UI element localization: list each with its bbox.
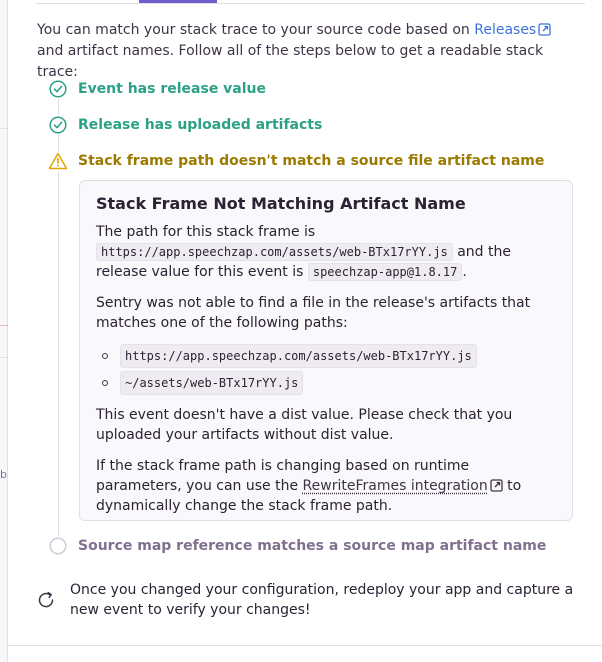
stack-frame-path-code: https://app.speechzap.com/assets/web-BTx… [96, 243, 453, 261]
path-code: ~/assets/web-BTx17rYY.js [120, 371, 304, 395]
external-link-icon[interactable] [490, 479, 503, 492]
rewriteframes-link[interactable]: RewriteFrames integration [303, 478, 488, 494]
bullet-icon [102, 380, 108, 386]
step-stack-frame-path: Stack frame path doesn't match a source … [48, 151, 544, 171]
panel-paragraph-rewrite: If the stack frame path is changing base… [96, 456, 556, 516]
tab-bar [36, 0, 585, 4]
list-item: ~/assets/web-BTx17rYY.js [102, 371, 556, 395]
check-circle-icon [48, 115, 68, 135]
panel-title: Stack Frame Not Matching Artifact Name [96, 194, 466, 213]
clipped-text: b [0, 468, 7, 481]
release-value-code: speechzap-app@1.8.17 [307, 263, 463, 281]
redeploy-text: Once you changed your configuration, red… [70, 582, 574, 618]
p1-text: The path for this stack frame is [96, 224, 316, 240]
step-label: Event has release value [78, 81, 267, 97]
divider [0, 325, 8, 326]
releases-link[interactable]: Releases [474, 22, 536, 38]
left-edge-panel: b [0, 0, 8, 662]
stack-frame-help-panel: Stack Frame Not Matching Artifact Name T… [79, 180, 573, 521]
divider [8, 645, 602, 646]
active-tab-indicator [139, 0, 217, 3]
path-code: https://app.speechzap.com/assets/web-BTx… [120, 344, 477, 368]
redeploy-note: Once you changed your configuration, red… [36, 580, 576, 620]
step-label: Source map reference matches a source ma… [78, 538, 547, 554]
p1-text: . [462, 264, 467, 280]
warning-icon [48, 151, 68, 171]
empty-circle-icon [48, 536, 68, 556]
panel-paragraph-path: The path for this stack frame is https:/… [96, 222, 556, 282]
intro-text: You can match your stack trace to your s… [37, 20, 577, 83]
step-release-artifacts: Release has uploaded artifacts [48, 115, 322, 135]
intro-after: and artifact names. Follow all of the st… [37, 43, 544, 80]
divider [0, 128, 8, 129]
divider [0, 357, 8, 358]
panel-paragraph-not-found: Sentry was not able to find a file in th… [96, 295, 531, 331]
paths-list: https://app.speechzap.com/assets/web-BTx… [102, 344, 556, 395]
intro-before: You can match your stack trace to your s… [37, 22, 475, 38]
panel-paragraph-dist: This event doesn't have a dist value. Pl… [96, 407, 513, 443]
refresh-icon [36, 590, 56, 610]
step-event-release: Event has release value [48, 79, 266, 99]
bullet-icon [102, 353, 108, 359]
external-link-icon[interactable] [538, 23, 551, 36]
step-label: Stack frame path doesn't match a source … [78, 153, 545, 169]
step-label: Release has uploaded artifacts [78, 117, 323, 133]
check-circle-icon [48, 79, 68, 99]
list-item: https://app.speechzap.com/assets/web-BTx… [102, 344, 556, 368]
step-source-map-reference: Source map reference matches a source ma… [48, 536, 546, 556]
